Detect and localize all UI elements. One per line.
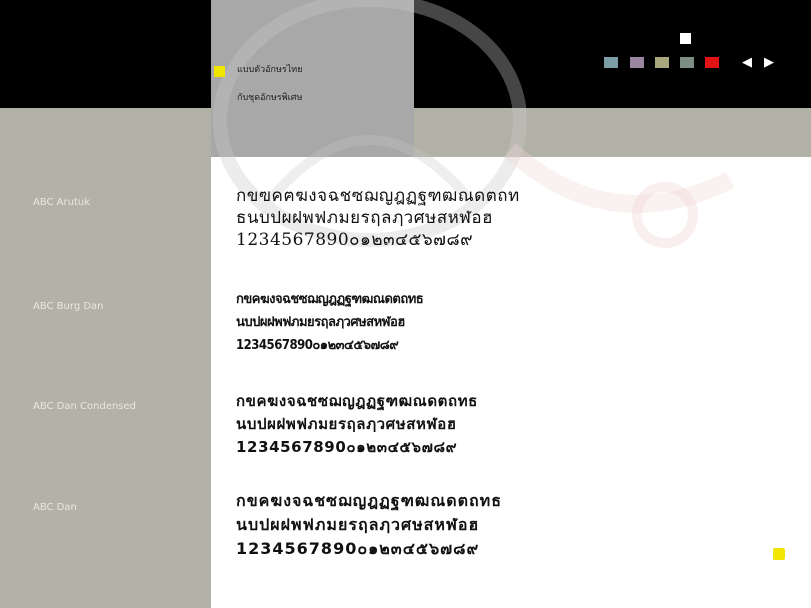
- font-name-4[interactable]: ABC Dan: [33, 502, 77, 513]
- specimen-line: กขฃคฅฆงจฉชซฌญฎฏฐฑฒณดตถท: [236, 186, 520, 206]
- specimen-line: นบปผฝพฟภมยรฤลฦวศษสหฬอฮ: [236, 315, 405, 330]
- header-subtitle: กับชุดอักษรพิเศษ: [237, 93, 303, 103]
- color-swatch-5[interactable]: [705, 57, 719, 68]
- specimen-line: นบปผฝพฟภมยรฤลฦวศษสหฬอฮ: [236, 415, 457, 433]
- header-title: แบบตัวอักษรไทย: [237, 65, 303, 75]
- specimen-line: 1234567890๐๑๒๓๔๕๖๗๘๙: [236, 438, 458, 456]
- prev-arrow-button[interactable]: ◀: [742, 56, 752, 70]
- color-swatch-1[interactable]: [604, 57, 618, 68]
- specimen-line: กขคฆงจฉชซฌญฎฏฐฑฒณดตถทธ: [236, 392, 478, 410]
- selected-swatch-indicator: [680, 33, 691, 44]
- font-name-2[interactable]: ABC Burg Dan: [33, 301, 104, 312]
- title-marker: [214, 66, 225, 77]
- font-specimen-3: กขคฆงจฉชซฌญฎฏฐฑฒณดตถทธ นบปผฝพฟภมยรฤลฦวศษ…: [236, 390, 478, 459]
- color-swatch-4[interactable]: [680, 57, 694, 68]
- corner-marker: [773, 548, 785, 560]
- specimen-line: 1234567890๐๑๒๓๔๕๖๗๘๙: [236, 539, 480, 558]
- specimen-line: นบปผฝพฟภมยรฤลฦวศษสหฬอฮ: [236, 515, 480, 534]
- font-specimen-4: กขคฆงจฉชซฌญฎฏฐฑฒณดตถทธ นบปผฝพฟภมยรฤลฦวศษ…: [236, 489, 502, 561]
- font-specimen-1: กขฃคฅฆงจฉชซฌญฎฏฐฑฒณดตถท ธนบปผฝพฟภมยรฤลฦว…: [236, 185, 520, 251]
- header-title-panel: [211, 0, 414, 157]
- header-band-left: [0, 108, 211, 157]
- color-swatch-3[interactable]: [655, 57, 669, 68]
- specimen-line: กขคฆงจฉชซฌญฎฏฐฑฒณดตถทธ: [236, 292, 424, 307]
- font-name-3[interactable]: ABC Dan Condensed: [33, 401, 136, 412]
- font-name-1[interactable]: ABC Arutuk: [33, 197, 90, 208]
- specimen-line: ธนบปผฝพฟภมยรฤลฦวศษสหฬอฮ: [236, 208, 493, 228]
- specimen-line: 1234567890๐๑๒๓๔๕๖๗๘๙: [236, 338, 399, 353]
- specimen-line: กขคฆงจฉชซฌญฎฏฐฑฒณดตถทธ: [236, 491, 502, 510]
- specimen-line: 1234567890๐๑๒๓๔๕๖๗๘๙: [236, 230, 474, 250]
- color-swatch-2[interactable]: [630, 57, 644, 68]
- header-band-right: [414, 108, 811, 157]
- sidebar: [0, 157, 211, 608]
- next-arrow-button[interactable]: ▶: [764, 56, 774, 70]
- font-specimen-2: กขคฆงจฉชซฌญฎฏฐฑฒณดตถทธ นบปผฝพฟภมยรฤลฦวศษ…: [236, 288, 424, 357]
